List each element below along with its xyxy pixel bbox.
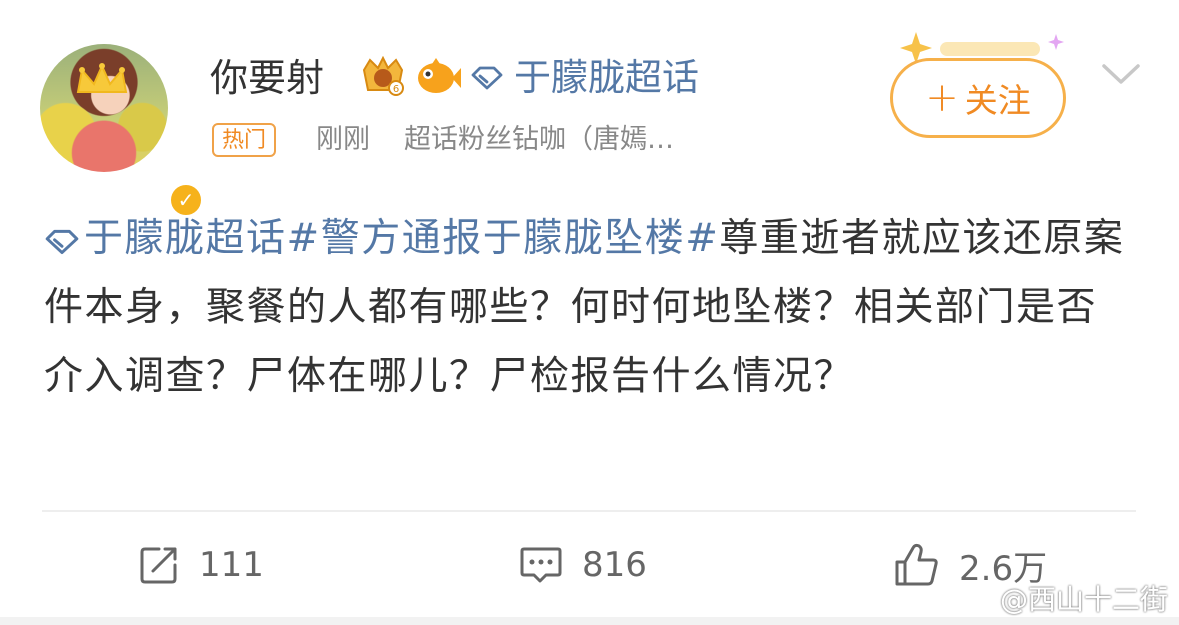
weibo-logo-icon [960, 586, 992, 611]
avatar-container[interactable]: ✓ [40, 44, 204, 218]
follow-label: 关注 [964, 81, 1031, 120]
chevron-down-icon[interactable] [1100, 58, 1142, 88]
hashtag-link[interactable]: #警方通报于朦胧坠楼# [287, 216, 720, 261]
comment-count: 816 [582, 545, 647, 585]
plus-icon: + [925, 75, 959, 121]
supertopic-content-link[interactable]: 于朦胧超话 [44, 216, 287, 261]
bottom-bar [0, 617, 1179, 625]
username[interactable]: 你要射 [210, 52, 324, 104]
repost-icon [140, 547, 177, 584]
supertopic-content-label: 于朦胧超话 [84, 216, 287, 261]
svg-text:6: 6 [393, 84, 399, 95]
weibo-post: ✓ 你要射 6 于朦胧超话 热门 刚刚 超话粉丝钻咖（唐嫣… + 关注 于朦胧超 [0, 0, 1179, 625]
comment-button[interactable]: 816 [518, 540, 647, 590]
supertopic-diamond-icon [471, 66, 503, 90]
repost-count: 111 [199, 545, 264, 585]
post-time: 刚刚 [316, 124, 370, 155]
supertopic-link[interactable]: 于朦胧超话 [470, 52, 699, 104]
supertopic-diamond-icon [45, 229, 79, 255]
comment-icon [520, 547, 562, 583]
post-content: 于朦胧超话#警方通报于朦胧坠楼#尊重逝者就应该还原案件本身，聚餐的人都有哪些？何… [44, 204, 1134, 411]
follow-button[interactable]: + 关注 [890, 58, 1066, 138]
vip-level-badge-icon[interactable]: 6 [358, 56, 408, 98]
thumbs-up-icon [895, 543, 938, 586]
watermark: @西山十二街 [960, 578, 1168, 618]
fish-badge-icon[interactable] [414, 56, 462, 98]
hot-tag: 热门 [212, 123, 277, 157]
divider [42, 510, 1136, 512]
post-source[interactable]: 超话粉丝钻咖（唐嫣… [404, 118, 674, 162]
watermark-text: @西山十二街 [1000, 583, 1169, 616]
repost-button[interactable]: 111 [137, 540, 264, 590]
crown-icon [76, 63, 128, 93]
supertopic-label: 于朦胧超话 [514, 56, 699, 99]
